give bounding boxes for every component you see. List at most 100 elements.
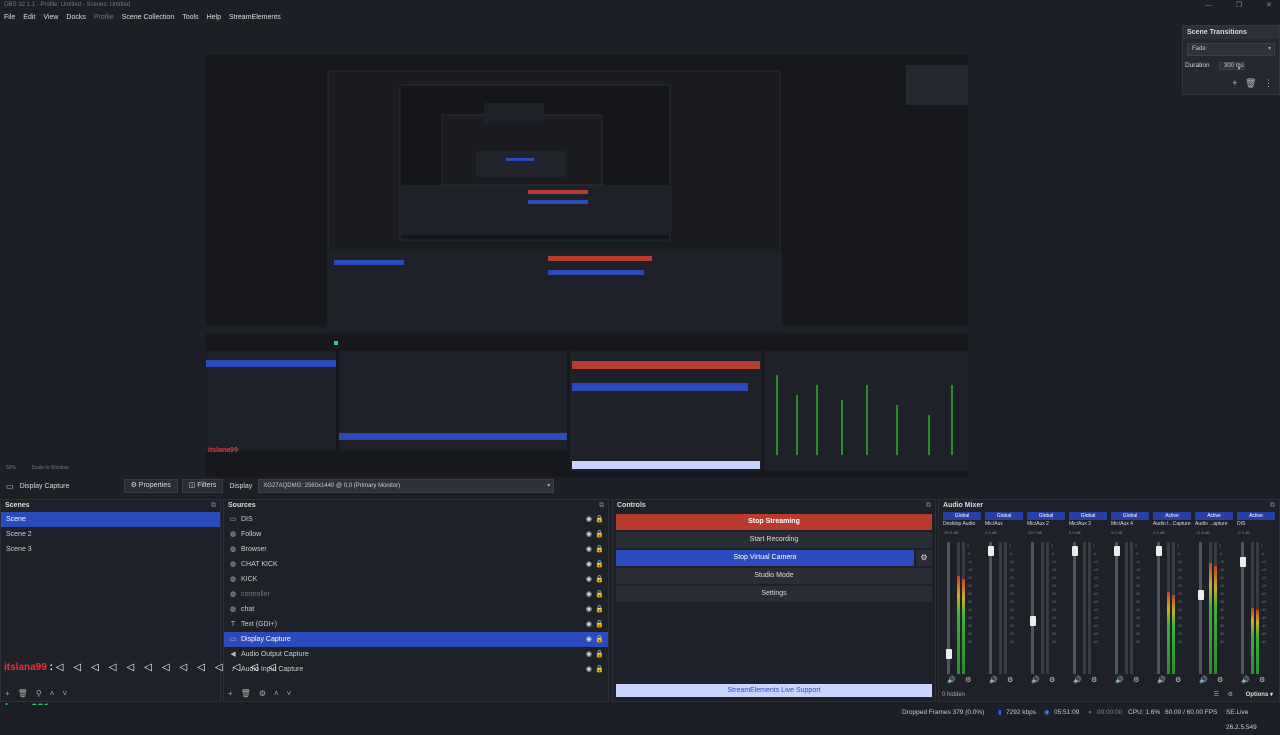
channel-settings-icon[interactable]: ⚙	[1217, 676, 1223, 684]
remove-source-icon[interactable]: 🗑	[241, 689, 251, 698]
settings-button[interactable]: Settings	[616, 586, 932, 602]
mute-speaker-icon[interactable]: 🔊	[1115, 676, 1124, 684]
channel-track-badge[interactable]: Active	[1153, 512, 1191, 520]
source-item[interactable]: ▭ Display Capture ◉ 🔒	[224, 632, 608, 647]
lock-icon[interactable]: 🔒	[595, 617, 604, 632]
visibility-eye-icon[interactable]: ◉	[586, 572, 592, 587]
filters-button[interactable]: ◫ Filters	[181, 479, 224, 493]
source-item[interactable]: ◍ chat ◉ 🔒	[224, 602, 608, 617]
visibility-eye-icon[interactable]: ◉	[586, 557, 592, 572]
scene-item[interactable]: Scene	[1, 512, 220, 527]
lock-icon[interactable]: 🔒	[595, 572, 604, 587]
channel-settings-icon[interactable]: ⚙	[1007, 676, 1013, 684]
fader-handle[interactable]	[1155, 546, 1162, 557]
options-button[interactable]: Options ▾	[1246, 689, 1273, 701]
move-down-icon[interactable]: ˅	[62, 689, 67, 698]
menu-profile[interactable]: Profile	[90, 12, 118, 24]
mute-speaker-icon[interactable]: 🔊	[1241, 676, 1250, 684]
visibility-eye-icon[interactable]: ◉	[586, 617, 592, 632]
channel-name[interactable]: Mic/Aux 2	[1027, 520, 1065, 529]
undock-icon[interactable]: ⧉	[1270, 500, 1275, 512]
volume-fader[interactable]	[1029, 542, 1036, 674]
virtual-camera-settings-icon[interactable]: ⚙	[916, 550, 932, 566]
visibility-eye-icon[interactable]: ◉	[586, 632, 592, 647]
channel-settings-icon[interactable]: ⚙	[1049, 676, 1055, 684]
add-transition-icon[interactable]: +	[1232, 78, 1237, 88]
studio-mode-button[interactable]: Studio Mode	[616, 568, 932, 584]
source-item[interactable]: T Text (GDI+) ◉ 🔒	[224, 617, 608, 632]
scene-filter-icon[interactable]: ⚲	[36, 689, 42, 698]
mute-speaker-icon[interactable]: 🔊	[1157, 676, 1166, 684]
mute-speaker-icon[interactable]: 🔊	[947, 676, 956, 684]
scene-item[interactable]: Scene 2	[1, 527, 220, 542]
display-select[interactable]: XG27AQDMG: 2560x1440 @ 0,0 (Primary Moni…	[258, 479, 555, 493]
volume-fader[interactable]	[1113, 542, 1120, 674]
remove-scene-icon[interactable]: 🗑	[18, 689, 28, 698]
fader-handle[interactable]	[1071, 546, 1078, 557]
add-source-icon[interactable]: +	[228, 689, 233, 698]
undock-icon[interactable]: ⧉	[599, 500, 604, 512]
scene-item[interactable]: Scene 3	[1, 542, 220, 557]
scale-mode[interactable]: Scale to Window	[31, 465, 68, 471]
transition-select[interactable]: Fade	[1187, 43, 1275, 56]
volume-fader[interactable]	[1071, 542, 1078, 674]
volume-fader[interactable]	[945, 542, 952, 674]
stop-virtual-camera-button[interactable]: Stop Virtual Camera	[616, 550, 914, 566]
lock-icon[interactable]: 🔒	[595, 542, 604, 557]
channel-name[interactable]: Mic/Aux 3	[1069, 520, 1107, 529]
channel-settings-icon[interactable]: ⚙	[965, 676, 971, 684]
menu-streamelements[interactable]: StreamElements	[225, 12, 285, 24]
maximize-button[interactable]: ❐	[1236, 2, 1242, 9]
transition-menu-icon[interactable]: ⋮	[1264, 78, 1273, 88]
source-item[interactable]: ◍ CHAT KICK ◉ 🔒	[224, 557, 608, 572]
menu-tools[interactable]: Tools	[178, 12, 202, 24]
fader-handle[interactable]	[945, 649, 952, 660]
mute-speaker-icon[interactable]: 🔊	[1073, 676, 1082, 684]
minimize-button[interactable]: —	[1205, 2, 1212, 9]
menu-file[interactable]: File	[0, 12, 19, 24]
lock-icon[interactable]: 🔒	[595, 527, 604, 542]
visibility-eye-icon[interactable]: ◉	[586, 587, 592, 602]
visibility-eye-icon[interactable]: ◉	[586, 542, 592, 557]
undock-icon[interactable]: ⧉	[211, 500, 216, 512]
channel-track-badge[interactable]: Global	[1027, 512, 1065, 520]
fader-handle[interactable]	[1239, 556, 1246, 567]
mute-speaker-icon[interactable]: 🔊	[1031, 676, 1040, 684]
visibility-eye-icon[interactable]: ◉	[586, 527, 592, 542]
duration-input[interactable]: 300 ms	[1219, 62, 1245, 70]
visibility-eye-icon[interactable]: ◉	[586, 647, 592, 662]
lock-icon[interactable]: 🔒	[595, 647, 604, 662]
move-up-icon[interactable]: ˄	[274, 689, 279, 698]
volume-fader[interactable]	[987, 542, 994, 674]
channel-track-badge[interactable]: Global	[1069, 512, 1107, 520]
properties-button[interactable]: ⚙ Properties	[123, 479, 178, 493]
preview-canvas[interactable]: itslana99	[206, 55, 968, 485]
lock-icon[interactable]: 🔒	[595, 512, 604, 527]
volume-fader[interactable]	[1239, 542, 1246, 674]
source-item[interactable]: ◍ Browser ◉ 🔒	[224, 542, 608, 557]
channel-track-badge[interactable]: Active	[1195, 512, 1233, 520]
lock-icon[interactable]: 🔒	[595, 602, 604, 617]
channel-track-badge[interactable]: Global	[985, 512, 1023, 520]
channel-name[interactable]: Mic/Aux	[985, 520, 1023, 529]
list-icon[interactable]: ☰	[1214, 689, 1219, 701]
source-item[interactable]: ▭ DIS ◉ 🔒	[224, 512, 608, 527]
channel-settings-icon[interactable]: ⚙	[1133, 676, 1139, 684]
start-recording-button[interactable]: Start Recording	[616, 532, 932, 548]
channel-track-badge[interactable]: Active	[1237, 512, 1275, 520]
mute-speaker-icon[interactable]: 🔊	[989, 676, 998, 684]
menu-help[interactable]: Help	[203, 12, 225, 24]
channel-settings-icon[interactable]: ⚙	[1259, 676, 1265, 684]
source-item[interactable]: ◍ controller ◉ 🔒	[224, 587, 608, 602]
fader-handle[interactable]	[987, 546, 994, 557]
lock-icon[interactable]: 🔒	[595, 557, 604, 572]
menu-view[interactable]: View	[39, 12, 62, 24]
gear-icon[interactable]: ⚙	[1228, 689, 1233, 701]
mute-speaker-icon[interactable]: 🔊	[1199, 676, 1208, 684]
channel-name[interactable]: Audio I...Capture	[1153, 520, 1191, 529]
add-scene-icon[interactable]: +	[5, 689, 10, 698]
fader-handle[interactable]	[1113, 546, 1120, 557]
lock-icon[interactable]: 🔒	[595, 632, 604, 647]
channel-settings-icon[interactable]: ⚙	[1091, 676, 1097, 684]
visibility-eye-icon[interactable]: ◉	[586, 662, 592, 677]
